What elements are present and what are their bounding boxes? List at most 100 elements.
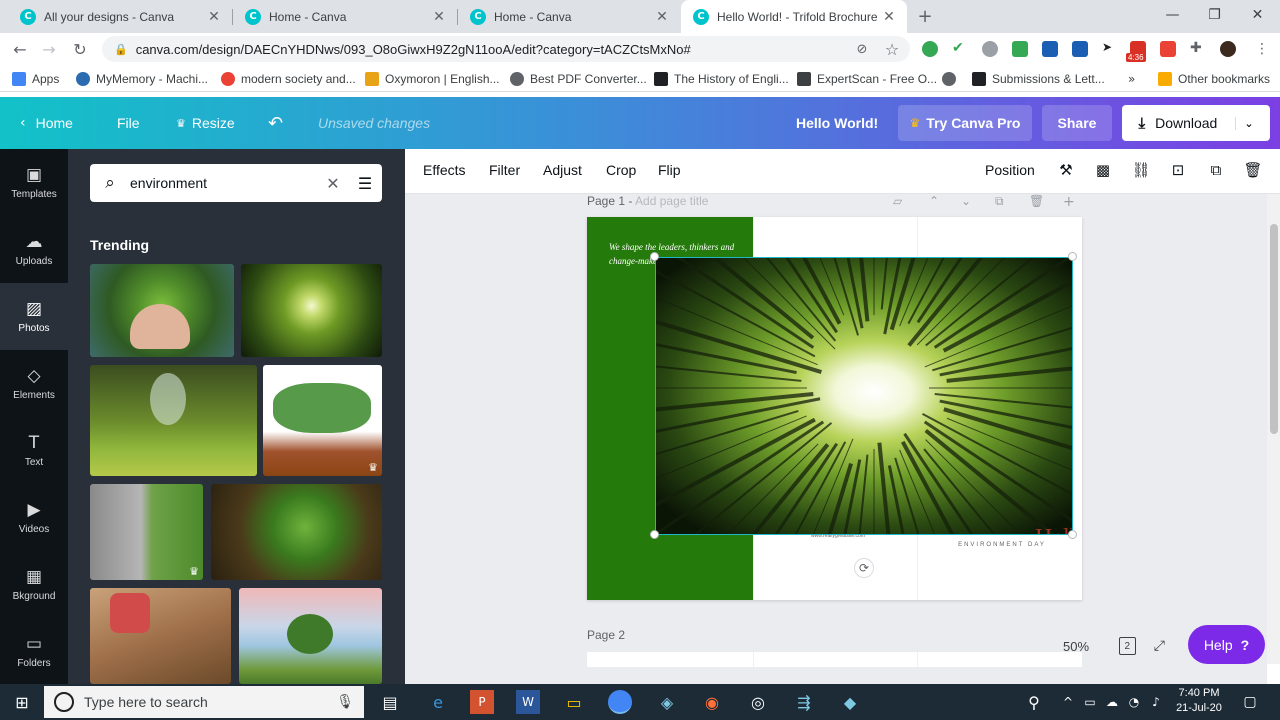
crop-button[interactable]: Crop bbox=[606, 162, 636, 178]
system-clock[interactable]: 7:40 PM 21-Jul-20 bbox=[1170, 686, 1228, 716]
transparency-icon[interactable]: ▩ bbox=[1093, 161, 1113, 181]
resize-button[interactable]: ♛ Resize bbox=[176, 97, 235, 149]
chevron-down-icon[interactable]: ⌄ bbox=[1235, 116, 1254, 130]
horizontal-scrollbar[interactable] bbox=[405, 667, 1267, 684]
extension-icon[interactable] bbox=[922, 41, 938, 57]
microphone-icon[interactable]: 🎙 bbox=[336, 694, 354, 710]
extension-icon[interactable] bbox=[1012, 41, 1028, 57]
bookmark-item[interactable]: Oxymoron | English... bbox=[365, 70, 500, 88]
menu-icon[interactable]: ⋮ bbox=[1250, 37, 1274, 61]
taskbar-search[interactable]: Type here to search 🎙 bbox=[44, 686, 364, 718]
forward-icon[interactable]: → bbox=[37, 37, 61, 61]
vertical-scrollbar[interactable] bbox=[1267, 194, 1280, 664]
edge-icon[interactable]: e bbox=[426, 690, 450, 714]
hello-world-text[interactable]: Hello World! bbox=[1028, 526, 1072, 534]
delete-icon[interactable]: 🗑 bbox=[1243, 161, 1263, 181]
extension-icon[interactable] bbox=[1160, 41, 1176, 57]
bookmark-item[interactable]: The History of Engli... bbox=[654, 70, 789, 88]
photo-thumbnail-planting[interactable] bbox=[90, 588, 231, 684]
back-icon[interactable]: ← bbox=[8, 37, 32, 61]
lock-icon[interactable]: ⊡ bbox=[1168, 161, 1188, 181]
powerpoint-icon[interactable]: P bbox=[470, 690, 494, 714]
page-count-button[interactable]: 2 bbox=[1118, 637, 1136, 655]
try-canva-pro-button[interactable]: ♛ Try Canva Pro bbox=[898, 105, 1032, 141]
sidebar-item-background[interactable]: ▦ Bkground bbox=[0, 551, 68, 618]
notifications-icon[interactable]: ▢ bbox=[1238, 690, 1262, 714]
app-icon[interactable]: ◈ bbox=[655, 690, 679, 714]
word-icon[interactable]: W bbox=[516, 690, 540, 714]
browser-tab[interactable]: C All your designs - Canva ✕ bbox=[8, 0, 232, 33]
browser-tab[interactable]: C Home - Canva ✕ bbox=[233, 0, 457, 33]
browser-tab-active[interactable]: C Hello World! - Trifold Brochure ✕ bbox=[681, 0, 907, 33]
photo-search-box[interactable]: ⌕ environment ✕ ☰ bbox=[90, 164, 382, 202]
sidebar-item-folders[interactable]: ▭ Folders bbox=[0, 618, 68, 685]
photo-thumbnail-lone-tree[interactable] bbox=[239, 588, 382, 684]
share-button[interactable]: Share bbox=[1042, 105, 1112, 141]
profile-avatar[interactable] bbox=[1220, 41, 1236, 57]
people-icon[interactable]: ⚲ bbox=[1022, 690, 1046, 714]
bookmark-star-icon[interactable]: ☆ bbox=[880, 37, 904, 61]
other-bookmarks[interactable]: Other bookmarks bbox=[1158, 70, 1270, 88]
page-title-input[interactable]: Add page title bbox=[635, 194, 708, 208]
home-button[interactable]: ‹ Home bbox=[20, 97, 73, 149]
network-icon[interactable]: ☁ bbox=[1100, 690, 1124, 714]
filter-button[interactable]: Filter bbox=[489, 162, 520, 178]
app-icon[interactable]: ◎ bbox=[746, 690, 770, 714]
check-extension-icon[interactable]: ✔ bbox=[952, 39, 968, 55]
photo-thumbnail-tree-in-glass[interactable] bbox=[211, 484, 382, 580]
zoom-level[interactable]: 50% bbox=[1063, 639, 1101, 654]
position-button[interactable]: Position bbox=[985, 162, 1035, 178]
camera-off-icon[interactable]: ⊘ bbox=[850, 37, 874, 61]
new-tab-button[interactable]: + bbox=[913, 4, 937, 28]
help-button[interactable]: Help ? bbox=[1188, 625, 1265, 664]
file-menu-button[interactable]: File bbox=[117, 97, 140, 149]
sidebar-item-videos[interactable]: ▶ Videos bbox=[0, 484, 68, 551]
sidebar-item-elements[interactable]: ◇ Elements bbox=[0, 350, 68, 417]
download-button[interactable]: ⤓ Download ⌄ bbox=[1122, 105, 1270, 141]
resize-handle[interactable] bbox=[650, 252, 659, 261]
duplicate-page-icon[interactable]: ⧉ bbox=[995, 194, 1004, 209]
add-page-icon[interactable]: + bbox=[1063, 194, 1075, 210]
reload-icon[interactable]: ↻ bbox=[68, 37, 92, 61]
move-down-icon[interactable]: ⌄ bbox=[961, 194, 971, 208]
close-icon[interactable]: ✕ bbox=[431, 8, 447, 25]
windows-start-icon[interactable]: ⊞ bbox=[10, 690, 34, 714]
link-icon[interactable]: ⛓ bbox=[1131, 161, 1151, 181]
page-1[interactable]: We shape the leaders, thinkers and chang… bbox=[587, 217, 1082, 600]
bookmark-item[interactable]: MyMemory - Machi... bbox=[76, 70, 208, 88]
selected-forest-photo[interactable]: Hello World! bbox=[655, 257, 1073, 535]
puzzle-icon[interactable]: ✚ bbox=[1190, 39, 1206, 55]
bookmark-item[interactable]: Submissions & Lett... bbox=[972, 70, 1105, 88]
rotate-icon[interactable]: ⟳ bbox=[854, 558, 874, 578]
undo-icon[interactable]: ↶ bbox=[268, 97, 283, 149]
clear-icon[interactable]: ✕ bbox=[318, 174, 348, 193]
bookmark-item[interactable] bbox=[942, 70, 962, 88]
delete-page-icon[interactable]: 🗑 bbox=[1029, 194, 1044, 208]
filter-icon[interactable]: ☰ bbox=[348, 174, 382, 193]
close-window-icon[interactable]: ✕ bbox=[1235, 0, 1280, 30]
sidebar-item-text[interactable]: T Text bbox=[0, 417, 68, 484]
bookmark-item[interactable]: Best PDF Converter... bbox=[510, 70, 647, 88]
browser-tab[interactable]: C Home - Canva ✕ bbox=[458, 0, 680, 33]
fullscreen-icon[interactable]: ⤢ bbox=[1154, 638, 1165, 654]
flip-button[interactable]: Flip bbox=[658, 162, 681, 178]
extension-icon[interactable] bbox=[1042, 41, 1058, 57]
resize-handle[interactable] bbox=[650, 530, 659, 539]
photo-thumbnail-lightbulb-plant[interactable] bbox=[90, 365, 257, 476]
move-up-icon[interactable]: ⌃ bbox=[929, 194, 939, 208]
search-input[interactable]: environment bbox=[130, 175, 318, 191]
volume-icon[interactable]: ♪ bbox=[1144, 690, 1168, 714]
extension-icon[interactable] bbox=[1072, 41, 1088, 57]
cursor-extension-icon[interactable]: ➤ bbox=[1102, 40, 1118, 56]
app-icon[interactable]: ◆ bbox=[838, 690, 862, 714]
extension-icon[interactable] bbox=[982, 41, 998, 57]
sidebar-item-photos[interactable]: ▨ Photos bbox=[0, 283, 68, 350]
photo-thumbnail-forest-canopy[interactable] bbox=[241, 264, 382, 357]
photo-thumbnail-world-map-plants[interactable]: ♛ bbox=[263, 365, 382, 476]
design-title[interactable]: Hello World! bbox=[796, 97, 878, 149]
bookmark-item[interactable]: ExpertScan - Free O... bbox=[797, 70, 937, 88]
task-view-icon[interactable]: ▤ bbox=[378, 690, 402, 714]
scrollbar-thumb[interactable] bbox=[1270, 224, 1278, 434]
wifi-icon[interactable]: ◔ bbox=[1122, 690, 1146, 714]
close-icon[interactable]: ✕ bbox=[881, 8, 897, 25]
